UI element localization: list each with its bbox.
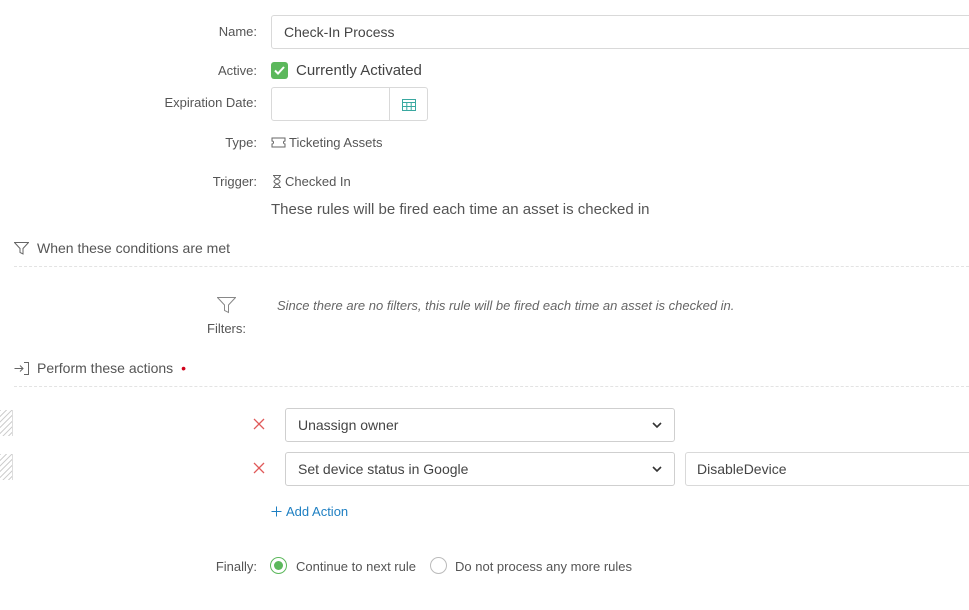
active-text: Currently Activated — [296, 62, 422, 79]
action-select-value: Set device status in Google — [298, 461, 469, 477]
add-action-link[interactable]: Add Action — [271, 504, 348, 519]
calendar-button[interactable] — [390, 88, 427, 120]
action-parameter-input[interactable]: DisableDevice — [685, 452, 969, 486]
hourglass-icon — [273, 175, 281, 188]
filter-icon — [217, 297, 236, 314]
action-select[interactable]: Set device status in Google — [285, 452, 675, 486]
continue-label: Continue to next rule — [296, 559, 416, 574]
filters-label: Filters: — [207, 321, 246, 336]
stop-radio[interactable] — [430, 557, 447, 574]
name-label: Name: — [218, 24, 257, 39]
expiration-date-field[interactable] — [272, 88, 390, 120]
expiration-label: Expiration Date: — [164, 95, 258, 110]
required-mark: • — [181, 360, 187, 376]
action-parameter-value: DisableDevice — [697, 461, 787, 477]
active-label: Active: — [217, 63, 257, 78]
check-icon — [274, 66, 285, 75]
conditions-header: When these conditions are met — [14, 240, 230, 256]
conditions-title: When these conditions are met — [37, 240, 230, 256]
action-select-value: Unassign owner — [298, 417, 399, 433]
sign-in-icon — [14, 361, 29, 375]
plus-icon — [271, 506, 282, 517]
actions-divider — [14, 386, 969, 387]
continue-radio[interactable] — [270, 557, 287, 574]
calendar-icon — [401, 98, 416, 111]
type-label: Type: — [225, 135, 257, 150]
chevron-down-icon — [652, 465, 662, 472]
name-value: Check-In Process — [284, 24, 395, 40]
no-filters-message: Since there are no filters, this rule wi… — [277, 298, 735, 313]
finally-label: Finally: — [215, 559, 257, 574]
action-select[interactable]: Unassign owner — [285, 408, 675, 442]
name-input[interactable]: Check-In Process — [271, 15, 969, 49]
trigger-label: Trigger: — [212, 174, 257, 189]
actions-header: Perform these actions • — [14, 360, 186, 376]
filter-icon — [14, 241, 29, 255]
add-action-label: Add Action — [286, 504, 349, 519]
ticket-icon — [271, 137, 286, 148]
actions-title: Perform these actions — [37, 360, 174, 376]
trigger-description: These rules will be fired each time an a… — [271, 201, 650, 218]
trigger-value: Checked In — [285, 174, 351, 189]
stop-label: Do not process any more rules — [455, 559, 633, 574]
drag-handle[interactable] — [0, 410, 13, 436]
close-icon[interactable] — [252, 417, 266, 431]
active-checkbox[interactable] — [271, 62, 288, 79]
drag-handle[interactable] — [0, 454, 13, 480]
chevron-down-icon — [652, 421, 662, 428]
expiration-date-picker — [271, 87, 428, 121]
close-icon[interactable] — [252, 461, 266, 475]
conditions-divider — [14, 266, 969, 267]
type-value: Ticketing Assets — [289, 135, 383, 150]
